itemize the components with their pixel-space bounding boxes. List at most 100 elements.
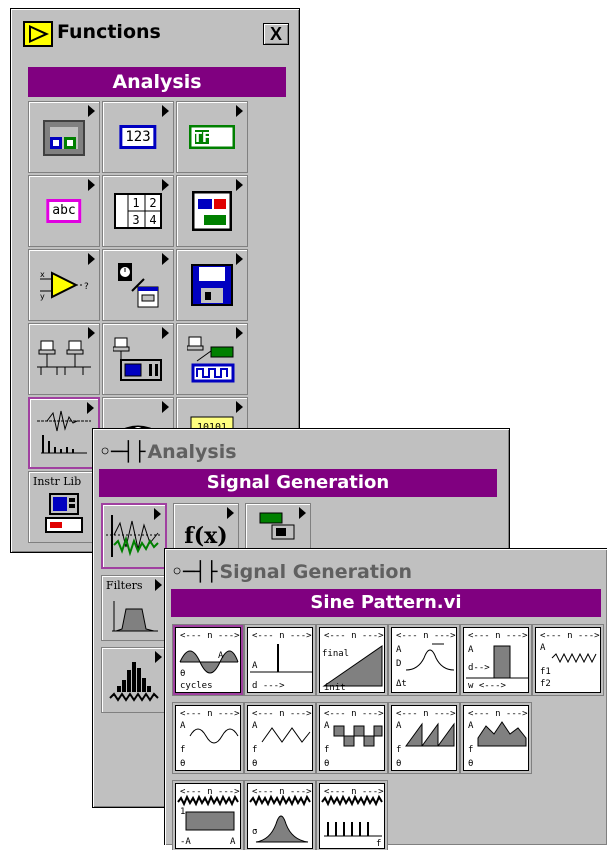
svg-text:y: y — [40, 292, 45, 301]
svg-text:f: f — [180, 745, 185, 755]
signal-generation-palette-window: ◦─┤├ Signal Generation Sine Pattern.vi <-… — [164, 548, 607, 849]
array-cell-4: 4 — [149, 213, 156, 227]
comparison-icon: x y ? — [40, 270, 89, 301]
impulse-pattern-vi[interactable]: <--- n ---> A d ---> — [247, 627, 313, 693]
signal-generation-subpalette[interactable] — [101, 503, 167, 569]
time-dialog-subpalette[interactable] — [102, 249, 174, 321]
filters-label: Filters — [106, 579, 143, 592]
svg-text:<--- n --->: <--- n ---> — [180, 787, 240, 797]
square-wave-icon: <--- n ---> A f θ — [324, 709, 384, 769]
pulse-pattern-vi[interactable]: <--- n ---> A d--> w <---> — [463, 627, 529, 693]
svg-text:<--- n --->: <--- n ---> — [324, 631, 384, 641]
string-subpalette[interactable]: abc — [28, 175, 100, 247]
svg-text:d --->: d ---> — [252, 681, 285, 691]
communication-subpalette[interactable] — [28, 323, 100, 395]
functions-titlebar[interactable]: Functions X — [11, 9, 299, 57]
sine-wave-vi[interactable]: <--- n ---> A f θ — [175, 705, 241, 771]
svg-text:A: A — [324, 721, 330, 731]
uniform-white-noise-vi[interactable]: <--- n ---> 1 -A A — [175, 783, 241, 849]
data-acquisition-subpalette[interactable] — [176, 323, 248, 395]
svg-text:A: A — [396, 645, 402, 655]
instrument-library-subpalette[interactable]: Instr Lib — [28, 471, 100, 543]
periodic-random-noise-vi[interactable]: <--- n ---> f — [319, 783, 385, 849]
pushpin-icon[interactable]: ◦─┤├ — [99, 441, 145, 463]
svg-text:<--- n --->: <--- n ---> — [468, 631, 528, 641]
cluster-icon — [192, 191, 232, 231]
svg-text:A: A — [218, 651, 224, 661]
square-wave-vi[interactable]: <--- n ---> A f θ — [319, 705, 385, 771]
svg-text:w <--->: w <---> — [468, 681, 507, 691]
sine-pattern-vi[interactable]: <--- n ---> A θ cycles — [175, 627, 241, 693]
gaussian-white-noise-vi[interactable]: <--- n ---> σ — [247, 783, 313, 849]
svg-text:f: f — [396, 745, 401, 755]
numeric-subpalette[interactable]: 123 — [102, 101, 174, 173]
svg-text:θ: θ — [180, 669, 185, 679]
svg-text:θ: θ — [468, 759, 473, 769]
file-io-subpalette[interactable] — [176, 249, 248, 321]
triangle-wave-vi[interactable]: <--- n ---> A f θ — [247, 705, 313, 771]
instrument-library-icon — [45, 492, 83, 533]
periodic-noise-icon: <--- n ---> f — [321, 787, 384, 849]
cluster-subpalette[interactable] — [176, 175, 248, 247]
svg-text:<--- n --->: <--- n ---> — [252, 709, 312, 719]
svg-text:<--- n --->: <--- n ---> — [180, 709, 240, 719]
arbitrary-wave-vi[interactable]: <--- n ---> A f θ — [463, 705, 529, 771]
signal-generation-titlebar[interactable]: ◦─┤├ Signal Generation — [171, 561, 412, 583]
daq-icon — [187, 336, 235, 383]
svg-text:-A: -A — [180, 837, 191, 847]
sine-wave-icon: <--- n ---> A f θ — [180, 709, 240, 769]
time-dialog-icon — [118, 263, 159, 308]
analysis-titlebar[interactable]: ◦─┤├ Analysis — [99, 441, 237, 463]
gaussian-pulse-icon: <--- n ---> A D Δt — [396, 631, 456, 689]
numeric-icon: 123 — [119, 125, 157, 149]
structures-subpalette[interactable] — [28, 101, 100, 173]
svg-text:A: A — [468, 645, 474, 655]
analysis-palette-header: Signal Generation — [99, 469, 497, 497]
signal-generation-title: Signal Generation — [219, 561, 413, 583]
svg-text:final: final — [322, 649, 349, 659]
array-icon: 1 2 3 4 — [114, 193, 162, 229]
filters-subpalette[interactable]: Filters — [101, 575, 167, 641]
sine-pattern-icon: <--- n ---> A θ cycles — [179, 631, 240, 691]
svg-text:<--- n --->: <--- n ---> — [252, 631, 312, 641]
svg-text:A: A — [396, 721, 402, 731]
filters-icon — [112, 600, 158, 632]
sawtooth-wave-vi[interactable]: <--- n ---> A f θ — [391, 705, 457, 771]
network-computers-icon — [37, 340, 91, 375]
svg-text:f: f — [376, 839, 381, 849]
analysis-icon — [37, 410, 91, 454]
daq-analysis-subpalette[interactable] — [245, 503, 311, 549]
svg-text:f: f — [252, 745, 257, 755]
svg-text:θ: θ — [396, 759, 401, 769]
svg-text:f1: f1 — [540, 667, 551, 677]
close-button[interactable]: X — [263, 23, 289, 45]
string-icon: abc — [46, 199, 82, 223]
boolean-icon: TF — [189, 125, 235, 149]
pulse-pattern-icon: <--- n ---> A d--> w <---> — [466, 631, 528, 691]
sawtooth-wave-icon: <--- n ---> A f θ — [396, 709, 456, 769]
svg-text:<--- n --->: <--- n ---> — [324, 709, 384, 719]
uniform-noise-icon: <--- n ---> 1 -A A — [177, 787, 240, 847]
ramp-pattern-vi[interactable]: <--- n ---> final init — [319, 627, 385, 693]
functions-palette-header: Analysis — [28, 67, 286, 97]
svg-text:1: 1 — [180, 807, 185, 817]
pushpin-icon[interactable]: ◦─┤├ — [171, 561, 217, 583]
analysis-subpalette[interactable] — [28, 397, 100, 469]
instrument-io-subpalette[interactable] — [102, 323, 174, 395]
gaussian-pulse-vi[interactable]: <--- n ---> A D Δt — [391, 627, 457, 693]
gaussian-noise-icon: <--- n ---> σ — [249, 787, 312, 843]
probability-statistics-subpalette[interactable] — [101, 647, 167, 713]
svg-text:f: f — [324, 745, 329, 755]
svg-text:<--- n --->: <--- n ---> — [396, 709, 456, 719]
comparison-subpalette[interactable]: x y ? — [28, 249, 100, 321]
boolean-subpalette[interactable]: TF — [176, 101, 248, 173]
svg-text:A: A — [230, 837, 236, 847]
boolean-t: TF — [193, 131, 211, 146]
svg-text:<--- n --->: <--- n ---> — [180, 631, 240, 641]
svg-text:?: ? — [84, 282, 89, 292]
chirp-pattern-vi[interactable]: <--- n ---> A f1 f2 — [535, 627, 601, 693]
arbitrary-wave-icon: <--- n ---> A f θ — [468, 709, 528, 769]
array-subpalette[interactable]: 1 2 3 4 — [102, 175, 174, 247]
chirp-pattern-icon: <--- n ---> A f1 f2 — [540, 631, 600, 689]
labview-run-icon — [23, 21, 53, 47]
